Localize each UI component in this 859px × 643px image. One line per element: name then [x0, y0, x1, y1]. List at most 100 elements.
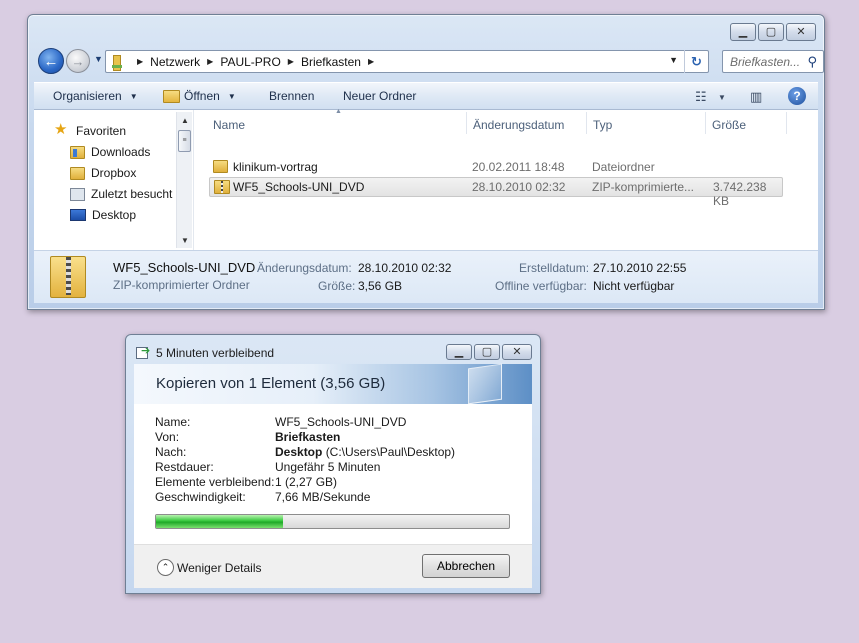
nav-item-recent[interactable]: Zuletzt besucht: [70, 187, 172, 201]
column-divider[interactable]: [786, 112, 787, 134]
history-dropdown-icon[interactable]: ▼: [94, 54, 103, 64]
desktop-icon: [70, 209, 86, 221]
file-size: 3.742.238 KB: [713, 180, 767, 208]
close-button[interactable]: ✕: [502, 344, 532, 360]
chevron-right-icon[interactable]: ▶: [137, 57, 143, 66]
maximize-button[interactable]: ▢: [758, 23, 784, 41]
items-label: Elemente verbleibend:: [155, 475, 275, 489]
nav-item-label: Desktop: [92, 208, 137, 222]
refresh-icon[interactable]: ↻: [684, 50, 708, 73]
address-bar[interactable]: ▶ Netzwerk ▶ PAUL-PRO ▶ Briefkasten ▶ ▼ …: [105, 50, 709, 73]
file-type: Dateiordner: [592, 160, 655, 174]
recent-places-icon: [70, 187, 85, 201]
chevron-down-icon[interactable]: ▼: [718, 93, 726, 102]
scroll-up-icon[interactable]: ▲: [177, 112, 193, 128]
details-created-label: Erstelldatum:: [519, 261, 590, 275]
progress-bar: [155, 514, 510, 529]
cancel-button[interactable]: Abbrechen: [422, 554, 510, 578]
column-size[interactable]: Größe: [712, 118, 746, 132]
open-button[interactable]: Öffnen ▼: [163, 89, 236, 103]
breadcrumb-netzwerk[interactable]: Netzwerk: [150, 55, 200, 69]
help-icon[interactable]: ?: [788, 87, 806, 105]
chevron-right-icon[interactable]: ▶: [207, 57, 213, 66]
speed-value: 7,66 MB/Sekunde: [275, 490, 371, 504]
navigation-bar: ← → ▼ ▶ Netzwerk ▶ PAUL-PRO ▶ Briefkaste…: [36, 48, 824, 76]
nav-item-label: Dropbox: [91, 166, 137, 180]
progress-fill: [156, 515, 284, 528]
search-icon[interactable]: ⚲: [807, 54, 817, 70]
column-date[interactable]: Änderungsdatum: [473, 118, 564, 132]
new-folder-button[interactable]: Neuer Ordner: [343, 89, 416, 103]
to-value[interactable]: Desktop: [275, 445, 322, 459]
file-list: ▲ Name Änderungsdatum Typ Größe klinikum…: [195, 108, 818, 250]
search-input[interactable]: Briefkasten... ⚲: [722, 50, 824, 73]
glass-panel-icon: [468, 363, 502, 405]
column-divider[interactable]: [705, 112, 706, 134]
chevron-down-icon: ▼: [227, 91, 236, 101]
organize-menu[interactable]: Organisieren ▼: [53, 89, 138, 103]
new-folder-label: Neuer Ordner: [343, 89, 417, 103]
speed-label: Geschwindigkeit:: [155, 490, 246, 504]
details-pane: WF5_Schools-UNI_DVD ZIP-komprimierter Or…: [34, 250, 818, 303]
file-date: 20.02.2011 18:48: [472, 160, 565, 174]
from-value[interactable]: Briefkasten: [275, 430, 340, 444]
burn-button[interactable]: Brennen: [269, 89, 314, 103]
file-date: 28.10.2010 02:32: [472, 180, 566, 194]
open-folder-icon: [163, 89, 180, 103]
remaining-value: Ungefähr 5 Minuten: [275, 460, 381, 474]
burn-label: Brennen: [269, 89, 315, 103]
breadcrumb-paul-pro[interactable]: PAUL-PRO: [220, 55, 280, 69]
star-icon: ★: [54, 121, 68, 138]
file-row[interactable]: klinikum-vortrag 20.02.2011 18:48 Dateio…: [209, 157, 783, 177]
window-controls: ▁ ▢ ✕: [730, 23, 816, 41]
nav-item-dropbox[interactable]: Dropbox: [70, 166, 136, 180]
details-filetype: ZIP-komprimierter Ordner: [113, 278, 250, 292]
less-details-toggle[interactable]: ⌃ Weniger Details: [157, 559, 261, 576]
scroll-down-icon[interactable]: ▼: [177, 232, 193, 248]
search-placeholder: Briefkasten...: [730, 54, 801, 69]
nav-scrollbar[interactable]: ▲ ≡ ▼: [176, 112, 192, 248]
content-area: ★ Favoriten Downloads Dropbox Zuletzt be…: [34, 108, 818, 250]
nav-item-downloads[interactable]: Downloads: [70, 145, 150, 159]
maximize-button[interactable]: ▢: [474, 344, 500, 360]
nav-item-desktop[interactable]: Desktop: [70, 208, 136, 222]
organize-label: Organisieren: [53, 89, 122, 103]
from-row: Von: Briefkasten: [155, 430, 340, 445]
details-modified-label: Änderungsdatum:: [257, 261, 352, 275]
details-created-value: 27.10.2010 22:55: [593, 261, 687, 275]
dialog-footer: ⌃ Weniger Details Abbrechen: [134, 544, 532, 588]
preview-pane-icon[interactable]: ▥: [750, 89, 762, 105]
minimize-button[interactable]: ▁: [446, 344, 472, 360]
column-divider[interactable]: [586, 112, 587, 134]
column-name[interactable]: Name: [213, 118, 245, 132]
file-name: klinikum-vortrag: [233, 160, 318, 174]
copy-icon: [136, 344, 152, 359]
close-button[interactable]: ✕: [786, 23, 816, 41]
downloads-folder-icon: [70, 145, 85, 159]
view-options-icon[interactable]: ☷: [695, 89, 707, 105]
chevron-right-icon[interactable]: ▶: [288, 57, 294, 66]
to-label: Nach:: [155, 445, 187, 459]
column-divider[interactable]: [466, 112, 467, 134]
sort-ascending-icon: ▲: [335, 108, 342, 115]
zip-folder-large-icon: [50, 256, 86, 298]
items-row: Elemente verbleibend:1 (2,27 GB): [155, 475, 337, 490]
network-folder-icon: [110, 54, 124, 71]
back-arrow-icon[interactable]: ←: [38, 48, 64, 74]
breadcrumb-briefkasten[interactable]: Briefkasten: [301, 55, 361, 69]
name-row: Name: WF5_Schools-UNI_DVD: [155, 415, 406, 430]
dialog-window-controls: ▁ ▢ ✕: [446, 344, 532, 360]
explorer-window: ▁ ▢ ✕ ← → ▼ ▶ Netzwerk ▶ PAUL-PRO ▶ Brie…: [27, 14, 825, 310]
nav-favorites[interactable]: Favoriten: [76, 124, 126, 138]
nav-item-label: Downloads: [91, 145, 151, 159]
file-name: WF5_Schools-UNI_DVD: [233, 180, 365, 194]
scroll-thumb[interactable]: ≡: [178, 130, 191, 152]
column-type[interactable]: Typ: [593, 118, 612, 132]
forward-arrow-icon[interactable]: →: [66, 49, 90, 73]
file-row-selected[interactable]: WF5_Schools-UNI_DVD 28.10.2010 02:32 ZIP…: [209, 177, 783, 208]
chevron-right-icon[interactable]: ▶: [368, 57, 374, 66]
minimize-button[interactable]: ▁: [730, 23, 756, 41]
address-dropdown-icon[interactable]: ▼: [669, 55, 678, 65]
copy-progress-dialog: 5 Minuten verbleibend ▁ ▢ ✕ Kopieren von…: [125, 334, 541, 594]
items-value: 1 (2,27 GB): [275, 475, 338, 489]
